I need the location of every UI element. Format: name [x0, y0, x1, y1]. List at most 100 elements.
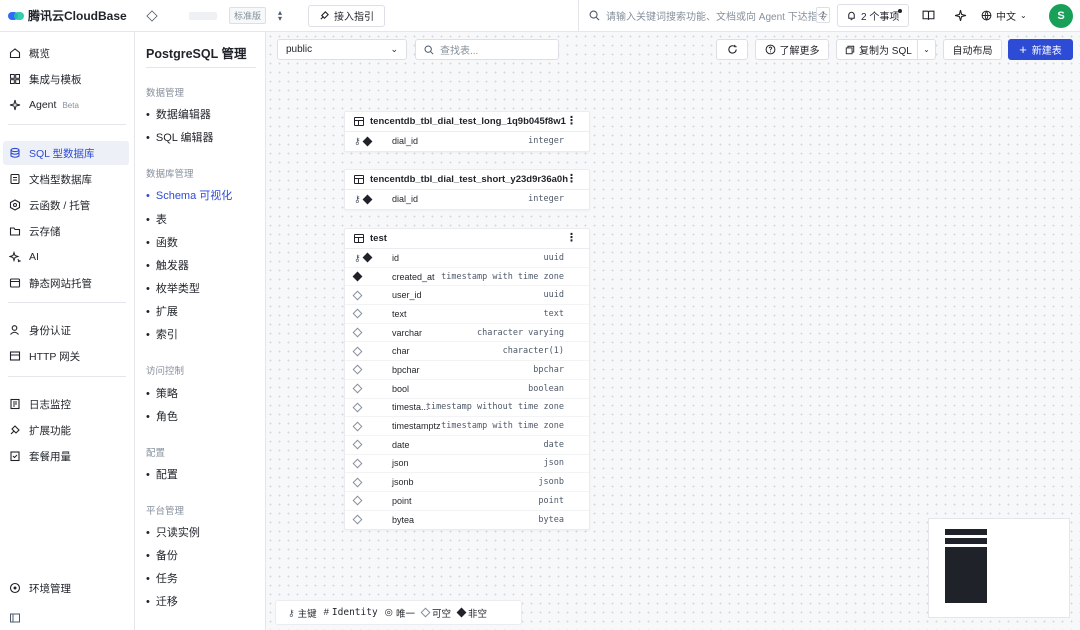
column-type: point — [538, 495, 564, 506]
book-icon[interactable] — [921, 9, 935, 23]
sidebar-item-integrations[interactable]: 集成与模板 — [3, 67, 129, 91]
avatar[interactable]: S — [1049, 4, 1073, 28]
column-name: bool — [392, 383, 410, 394]
collapse-sidebar-button[interactable] — [3, 606, 129, 630]
subnav-item-data-editor[interactable]: 数据编辑器 — [146, 106, 211, 122]
subnav-item-triggers[interactable]: 触发器 — [146, 257, 189, 273]
column-row[interactable]: created_at timestamp with time zone — [345, 268, 589, 287]
sidebar-item-storage[interactable]: 云存储 — [3, 219, 129, 243]
sidebar-item-functions[interactable]: 云函数 / 托管 — [3, 193, 129, 217]
minimap-viewport[interactable] — [934, 524, 1064, 612]
column-name: char — [392, 346, 410, 357]
refresh-button[interactable] — [716, 39, 748, 60]
package-icon — [9, 450, 21, 462]
column-row[interactable]: point point — [345, 492, 589, 511]
subnav-item-indexes[interactable]: 索引 — [146, 326, 178, 342]
subnav-item-backups[interactable]: 备份 — [146, 547, 178, 563]
top-bar: 腾讯云CloudBase 标准版 ▴ ▾ 接入指引 请输入关键词搜索功能、文档或向… — [0, 0, 1080, 32]
table-search-input[interactable]: 查找表... — [415, 39, 559, 60]
column-row[interactable]: bool boolean — [345, 380, 589, 399]
access-guide-label: 接入指引 — [334, 12, 375, 23]
table-card[interactable]: tencentdb_tbl_dial_test_long_1q9b045f8w1… — [344, 111, 590, 152]
sidebar-item-agent[interactable]: Agent Beta — [3, 93, 129, 117]
subnav-item-enums[interactable]: 枚举类型 — [146, 280, 200, 296]
legend-identity: # Identity — [324, 607, 378, 618]
subnav-item-roles[interactable]: 角色 — [146, 408, 178, 424]
column-row[interactable]: ⚷ dial_id integer — [345, 132, 589, 151]
column-row[interactable]: varchar character varying — [345, 324, 589, 343]
hash-icon: # — [323, 607, 329, 618]
sidebar-item-static-hosting[interactable]: 静态网站托管 — [3, 271, 129, 295]
copy-as-sql-button[interactable]: 复制为 SQL ⌄ — [836, 39, 936, 60]
more-options-icon[interactable]: ⋮ — [566, 115, 577, 127]
subnav-item-schema-visualizer[interactable]: Schema 可视化 — [146, 187, 232, 203]
subnav-item-tables[interactable]: 表 — [146, 211, 167, 227]
subnav-item-functions[interactable]: 函数 — [146, 234, 178, 250]
sidebar-item-label: 集成与模板 — [29, 73, 82, 86]
column-markers — [352, 495, 376, 506]
extension-icon — [9, 424, 21, 436]
column-row[interactable]: json json — [345, 455, 589, 474]
column-row[interactable]: jsonb jsonb — [345, 473, 589, 492]
schema-select[interactable]: public ⌄ — [277, 39, 407, 60]
copy-options-dropdown[interactable]: ⌄ — [917, 40, 935, 59]
environment-switcher[interactable]: 标准版 ▴ ▾ — [146, 7, 282, 24]
sidebar-item-document-database[interactable]: 文档型数据库 — [3, 167, 129, 191]
table-card-header[interactable]: tencentdb_tbl_dial_test_short_y23d9r36a0… — [345, 170, 589, 190]
column-row[interactable]: ⚷ dial_id integer — [345, 190, 589, 209]
hollow-diamond-icon — [352, 327, 363, 338]
sidebar-item-http-gateway[interactable]: HTTP 网关 — [3, 344, 129, 368]
sidebar-item-label: 云存储 — [29, 225, 61, 238]
column-type: bytea — [538, 514, 564, 525]
column-row[interactable]: timestamptz timestamp with time zone — [345, 417, 589, 436]
table-card[interactable]: tencentdb_tbl_dial_test_short_y23d9r36a0… — [344, 169, 590, 210]
sidebar-item-ai[interactable]: AI — [3, 245, 129, 269]
subnav-item-extensions[interactable]: 扩展 — [146, 303, 178, 319]
sidebar-item-label: 静态网站托管 — [29, 277, 92, 290]
subnav-item-tasks[interactable]: 任务 — [146, 570, 178, 586]
logo[interactable]: 腾讯云CloudBase — [0, 7, 135, 24]
section-title: 配置 — [146, 448, 166, 459]
access-guide-button[interactable]: 接入指引 — [308, 4, 386, 27]
column-row[interactable]: char character(1) — [345, 342, 589, 362]
sidebar-item-auth[interactable]: 身份认证 — [3, 318, 129, 342]
sidebar-item-extensions[interactable]: 扩展功能 — [3, 418, 129, 442]
column-row[interactable]: bytea bytea — [345, 511, 589, 530]
subnav-title: PostgreSQL 管理 — [146, 47, 247, 61]
sidebar-item-sql-database[interactable]: SQL 型数据库 — [3, 141, 129, 165]
global-search-input[interactable]: 请输入关键词搜索功能、文档或向 Agent 下达指令 / — [578, 0, 840, 31]
column-row[interactable]: user_id uuid — [345, 286, 589, 306]
more-options-icon[interactable]: ⋮ — [566, 173, 577, 185]
hollow-diamond-icon — [352, 346, 363, 357]
column-row[interactable]: date date — [345, 436, 589, 455]
subnav-item-migration[interactable]: 迁移 — [146, 593, 178, 609]
column-row[interactable]: text text — [345, 305, 589, 324]
table-card-header[interactable]: test ⋮ — [345, 229, 589, 249]
table-card[interactable]: test ⋮ ⚷ id uuid created_at timestamp with t… — [344, 228, 590, 531]
subnav-item-policies[interactable]: 策略 — [146, 385, 178, 401]
language-selector[interactable]: 中文 ⌄ — [981, 8, 1027, 23]
sidebar-item-overview[interactable]: 概览 — [3, 41, 129, 65]
more-options-icon[interactable]: ⋮ — [566, 232, 577, 244]
notifications-button[interactable]: 2 个事项 — [837, 4, 909, 27]
column-row[interactable]: bpchar bpchar — [345, 361, 589, 380]
sparkle-icon[interactable] — [953, 9, 967, 23]
sidebar-item-env-management[interactable]: 环境管理 — [3, 576, 129, 600]
learn-more-button[interactable]: 了解更多 — [755, 39, 829, 60]
table-card-header[interactable]: tencentdb_tbl_dial_test_long_1q9b045f8w1… — [345, 112, 589, 132]
sidebar-item-log-monitor[interactable]: 日志监控 — [3, 392, 129, 416]
column-type: timestamp with time zone — [441, 271, 564, 282]
minimap[interactable] — [928, 518, 1070, 618]
subnav-item-sql-editor[interactable]: SQL 编辑器 — [146, 129, 214, 145]
sidebar-divider — [8, 124, 126, 125]
switch-arrows-icon[interactable]: ▴ ▾ — [278, 8, 282, 22]
subnav-item-read-replicas[interactable]: 只读实例 — [146, 524, 200, 540]
subnav-item-config[interactable]: 配置 — [146, 466, 178, 482]
column-row[interactable]: timesta... timestamp without time zone — [345, 399, 589, 418]
auto-layout-button[interactable]: 自动布局 — [943, 39, 1002, 60]
column-markers — [352, 290, 376, 301]
new-table-button[interactable]: + 新建表 — [1008, 39, 1073, 60]
sidebar-item-label: 云函数 / 托管 — [29, 199, 91, 212]
sidebar-item-package-usage[interactable]: 套餐用量 — [3, 444, 129, 468]
column-row[interactable]: ⚷ id uuid — [345, 249, 589, 268]
